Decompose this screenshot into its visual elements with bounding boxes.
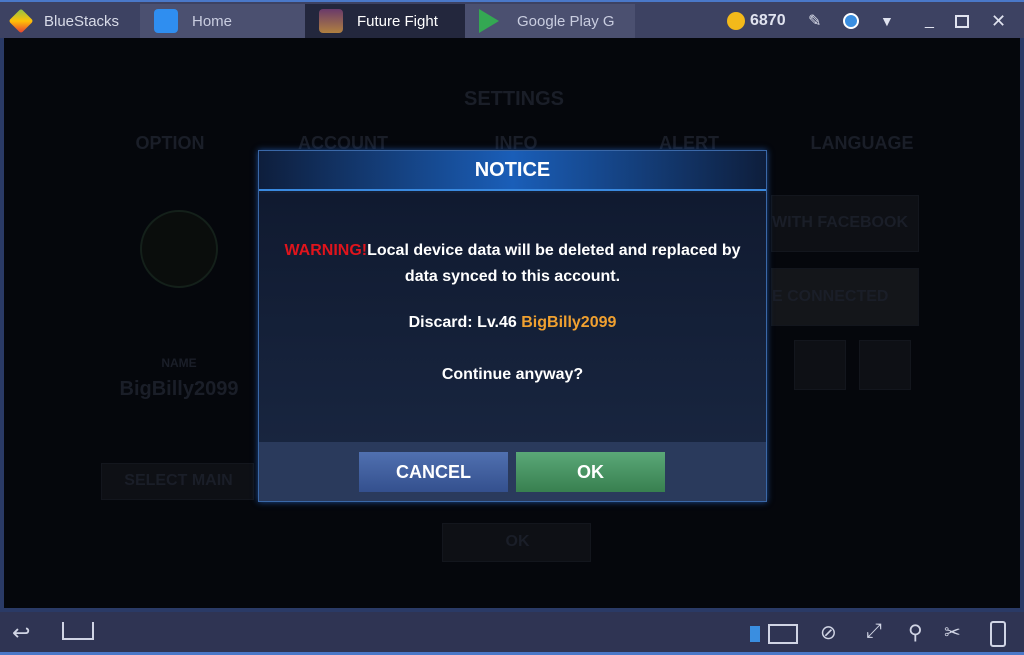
tab-home[interactable]: Home	[140, 4, 305, 38]
app-name: BlueStacks	[44, 12, 120, 30]
name-label: NAME	[161, 356, 197, 370]
medal-icon[interactable]	[794, 340, 846, 390]
settings-tab-language[interactable]: LANGUAGE	[782, 133, 942, 154]
dialog-footer: CANCEL OK	[259, 442, 766, 501]
minimize-icon[interactable]: _	[925, 4, 934, 38]
home-button-icon[interactable]	[62, 622, 94, 646]
brush-icon[interactable]: ✎	[808, 4, 821, 38]
menu-icon[interactable]: ▼	[880, 4, 894, 38]
toggle-icon[interactable]	[750, 626, 760, 642]
google-play-icon	[479, 9, 499, 33]
hourglass-icon[interactable]	[859, 340, 911, 390]
scissors-icon[interactable]: ✂	[944, 620, 961, 645]
discard-name: BigBilly2099	[521, 314, 617, 331]
location-icon[interactable]: ⚲	[908, 620, 923, 645]
facebook-button[interactable]: WITH FACEBOOK	[771, 195, 919, 252]
tab-google-play[interactable]: Google Play G	[465, 4, 635, 38]
app-logo: BlueStacks	[8, 6, 120, 36]
settings-tab-option[interactable]: OPTION	[90, 133, 250, 154]
fullscreen-icon[interactable]: ⤢	[866, 620, 882, 643]
select-main-button[interactable]: SELECT MAIN	[101, 463, 254, 500]
coin-count: 6870	[750, 12, 786, 29]
facebook-label: WITH FACEBOOK	[772, 214, 908, 231]
maximize-icon[interactable]	[955, 4, 969, 38]
discard-line: Discard: Lv.46 BigBilly2099	[259, 314, 766, 332]
eye-off-icon[interactable]: ⊘	[820, 620, 837, 645]
tab-future-fight[interactable]: Future Fight	[305, 4, 465, 38]
settings-ok-label: OK	[505, 533, 530, 550]
home-icon	[154, 9, 178, 33]
cancel-button[interactable]: CANCEL	[359, 452, 508, 492]
future-fight-icon	[319, 9, 343, 33]
tab-label: Home	[192, 12, 233, 30]
settings-ok-button[interactable]: OK	[442, 523, 591, 562]
rotate-icon[interactable]	[990, 621, 1006, 647]
connected-label: E CONNECTED	[772, 288, 889, 305]
message-text: Local device data will be deleted and re…	[367, 242, 741, 285]
tab-label: Google Play G	[517, 12, 615, 30]
title-bar: BlueStacks Home Future Fight Google Play…	[0, 0, 1024, 38]
back-icon[interactable]: ↩	[12, 620, 30, 646]
warning-message: WARNING!Local device data will be delete…	[275, 238, 750, 290]
tab-label: Future Fight	[357, 12, 438, 30]
connected-button[interactable]: E CONNECTED	[771, 268, 919, 326]
bottom-bar: ↩ ⊘ ⤢ ⚲ ✂	[0, 612, 1024, 655]
keyboard-icon[interactable]	[768, 624, 798, 644]
select-main-label: SELECT MAIN	[124, 472, 233, 489]
warning-label: WARNING!	[284, 242, 368, 259]
notice-dialog: NOTICE WARNING!Local device data will be…	[258, 150, 767, 502]
continue-question: Continue anyway?	[441, 366, 584, 383]
coins[interactable]: 6870	[727, 4, 786, 38]
avatar	[140, 210, 218, 288]
dialog-body: WARNING!Local device data will be delete…	[259, 193, 766, 443]
close-icon[interactable]: ✕	[991, 4, 1006, 38]
ok-button[interactable]: OK	[516, 452, 665, 492]
account-icon[interactable]	[843, 4, 859, 38]
discard-prefix: Discard: Lv.46	[408, 314, 522, 331]
bluestacks-logo-icon	[8, 8, 34, 34]
coin-icon	[727, 12, 745, 30]
name-value: BigBilly2099	[119, 378, 239, 400]
dialog-title: NOTICE	[259, 151, 766, 191]
settings-title: SETTINGS	[463, 88, 564, 110]
